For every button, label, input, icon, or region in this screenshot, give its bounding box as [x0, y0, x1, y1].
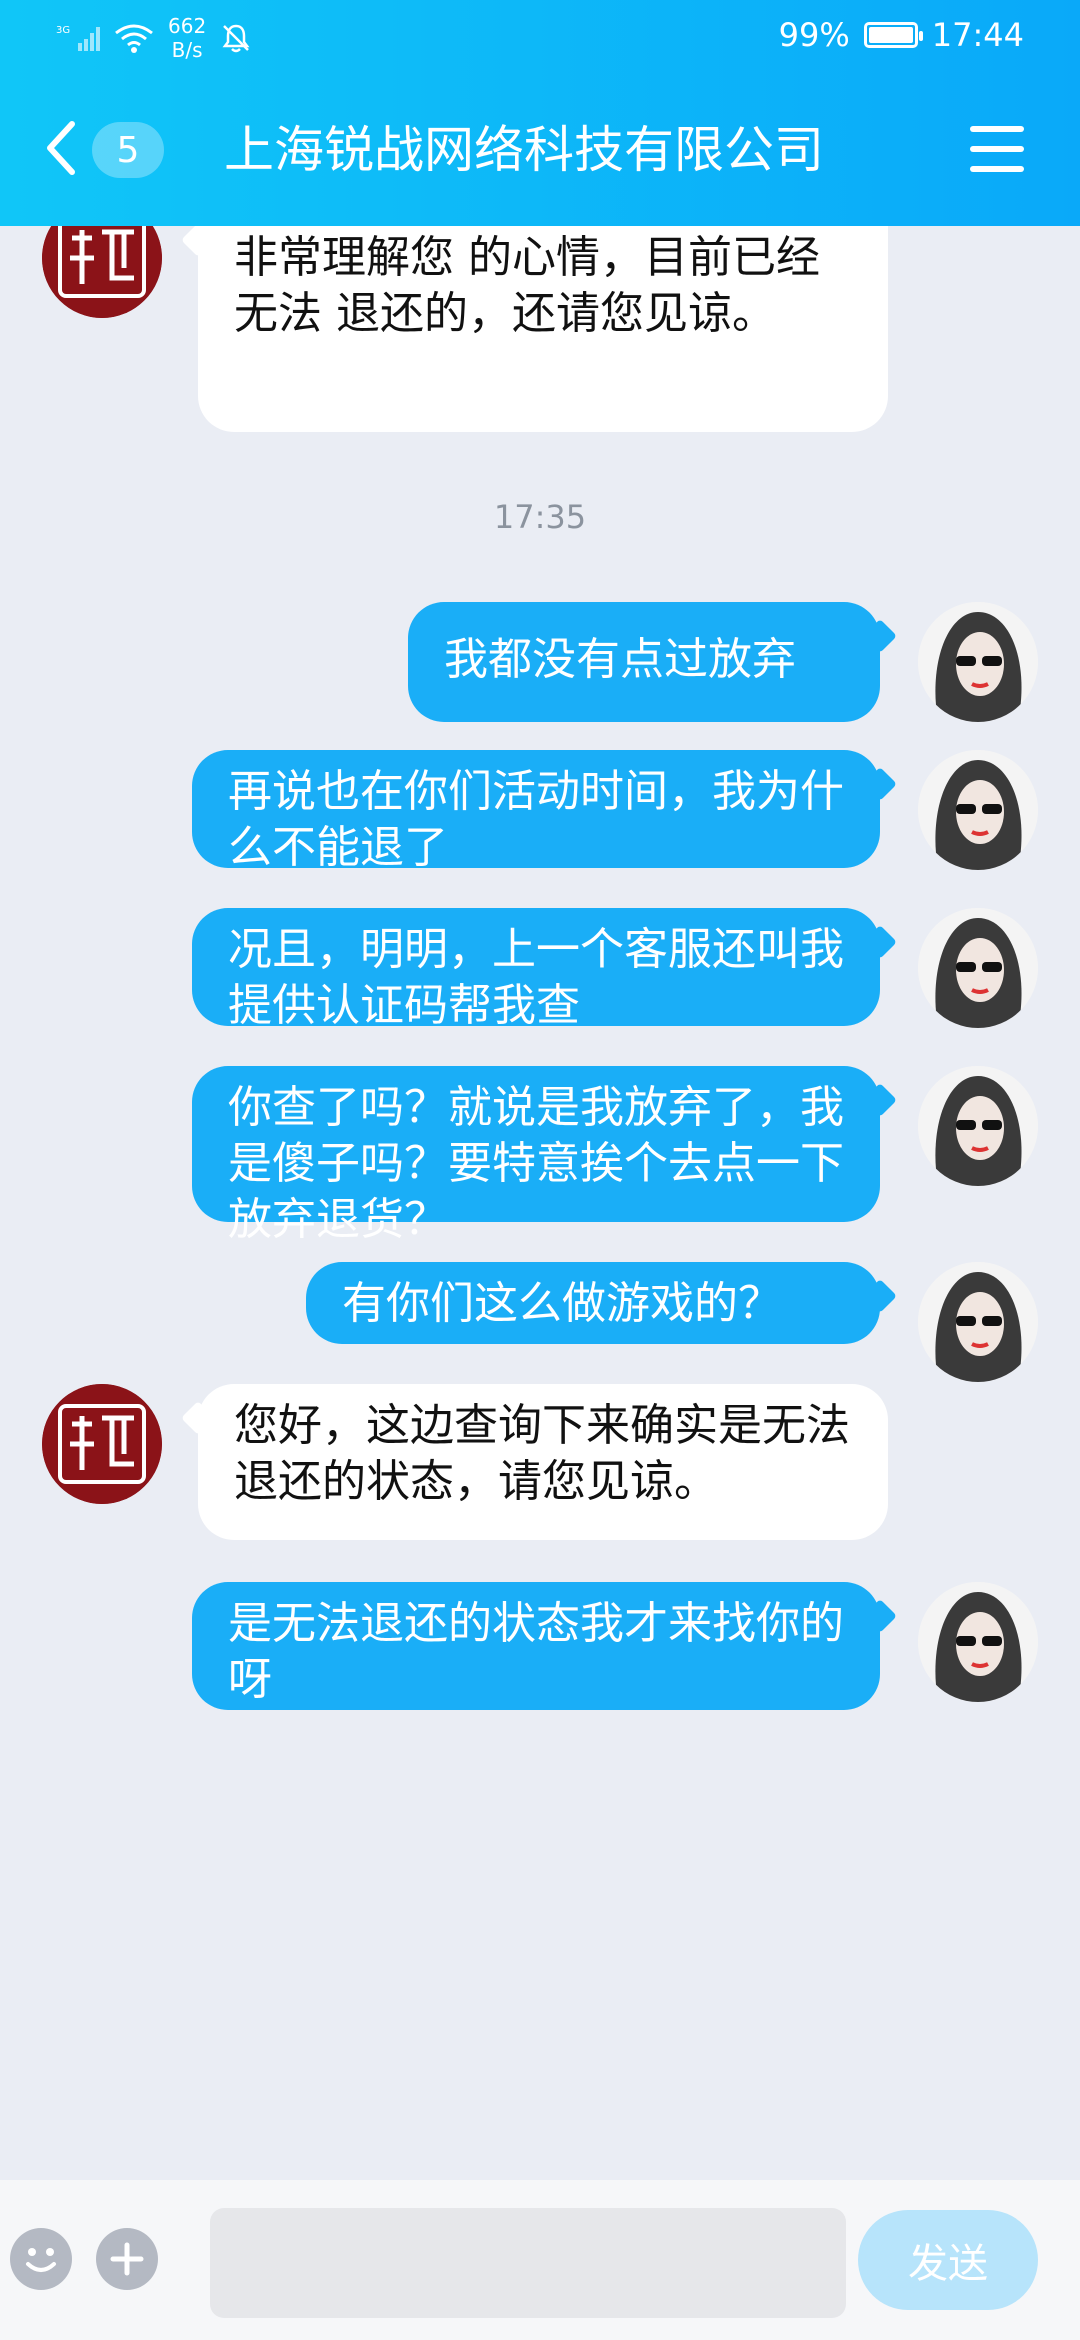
network-type-label: 3G	[56, 25, 70, 36]
user-avatar[interactable]	[918, 602, 1038, 722]
message-bubble-outgoing[interactable]: 是无法退还的状态我才来找你的呀	[192, 1582, 880, 1710]
message-bubble-outgoing[interactable]: 再说也在你们活动时间，我为什么不能退了	[192, 750, 880, 873]
user-avatar[interactable]	[918, 1582, 1038, 1702]
message-timestamp: 17:35	[493, 498, 587, 536]
company-avatar[interactable]	[42, 1384, 162, 1504]
message-text: 再说也在你们活动时间，我为什么不能退了	[228, 766, 844, 873]
message-bubble-outgoing[interactable]: 况且，明明，上一个客服还叫我提供认证码帮我查	[192, 908, 880, 1031]
user-avatar[interactable]	[918, 1262, 1038, 1382]
seal-logo-icon	[42, 1384, 162, 1504]
user-avatar[interactable]	[918, 908, 1038, 1028]
user-portrait-icon	[918, 1066, 1038, 1186]
message-text: 您好，这边查询下来确实是无法退还的状态，请您见谅。	[234, 1400, 850, 1507]
message-bubble-outgoing[interactable]: 你查了吗？就说是我放弃了，我是傻子吗？要特意挨个去点一下放弃退货？	[192, 1066, 880, 1245]
battery-icon	[863, 22, 923, 48]
net-speed-unit: B/s	[171, 38, 203, 62]
battery-percent: 99%	[778, 16, 850, 54]
net-speed: 662 B/s	[168, 14, 206, 62]
emoji-icon	[26, 2248, 56, 2272]
chat-area[interactable]: 非常理解您 的心情，目前已经无法 退还的，还请您见谅。 17:35 我都没有点过…	[0, 226, 1080, 2180]
message-text: 况且，明明，上一个客服还叫我提供认证码帮我查	[228, 924, 844, 1031]
message-text: 非常理解您 的心情，目前已经无法 退还的，还请您见谅。	[234, 232, 820, 339]
user-portrait-icon	[918, 1262, 1038, 1382]
unread-badge[interactable]: 5	[92, 122, 164, 178]
user-portrait-icon	[918, 602, 1038, 722]
chat-header: 3G 662 B/s 99% 17:44 5 上海锐战网络科技有限公司	[0, 0, 1080, 226]
user-portrait-icon	[918, 750, 1038, 870]
input-bar: 发送	[0, 2180, 1080, 2340]
message-text: 我都没有点过放弃	[444, 634, 796, 685]
status-bar: 3G 662 B/s 99% 17:44	[0, 0, 1080, 74]
message-bubble-incoming[interactable]: 非常理解您 的心情，目前已经无法 退还的，还请您见谅。	[198, 226, 888, 432]
message-text: 你查了吗？就说是我放弃了，我是傻子吗？要特意挨个去点一下放弃退货？	[228, 1082, 844, 1245]
user-portrait-icon	[918, 908, 1038, 1028]
back-arrow-icon[interactable]	[42, 118, 82, 178]
net-speed-value: 662	[168, 14, 207, 38]
emoji-button[interactable]	[10, 2228, 72, 2290]
user-portrait-icon	[918, 1582, 1038, 1702]
company-avatar[interactable]	[42, 226, 162, 318]
message-bubble-outgoing[interactable]: 我都没有点过放弃	[408, 602, 880, 722]
message-input[interactable]	[210, 2208, 846, 2318]
send-button[interactable]: 发送	[858, 2210, 1038, 2310]
plus-icon	[110, 2242, 144, 2276]
wifi-icon	[115, 24, 153, 53]
message-bubble-outgoing[interactable]: 有你们这么做游戏的？	[306, 1262, 880, 1344]
menu-button[interactable]	[970, 126, 1024, 172]
seal-logo-icon	[42, 226, 162, 318]
user-avatar[interactable]	[918, 1066, 1038, 1186]
message-text: 有你们这么做游戏的？	[342, 1278, 782, 1329]
message-text: 是无法退还的状态我才来找你的呀	[228, 1598, 844, 1705]
plus-button[interactable]	[96, 2228, 158, 2290]
message-bubble-incoming[interactable]: 您好，这边查询下来确实是无法退还的状态，请您见谅。	[198, 1384, 888, 1540]
status-time: 17:44	[931, 16, 1024, 54]
chat-title: 上海锐战网络科技有限公司	[224, 121, 824, 179]
battery-fill	[868, 27, 913, 43]
user-avatar[interactable]	[918, 750, 1038, 870]
bell-off-icon	[222, 24, 250, 53]
signal-icon: 3G	[56, 25, 100, 51]
